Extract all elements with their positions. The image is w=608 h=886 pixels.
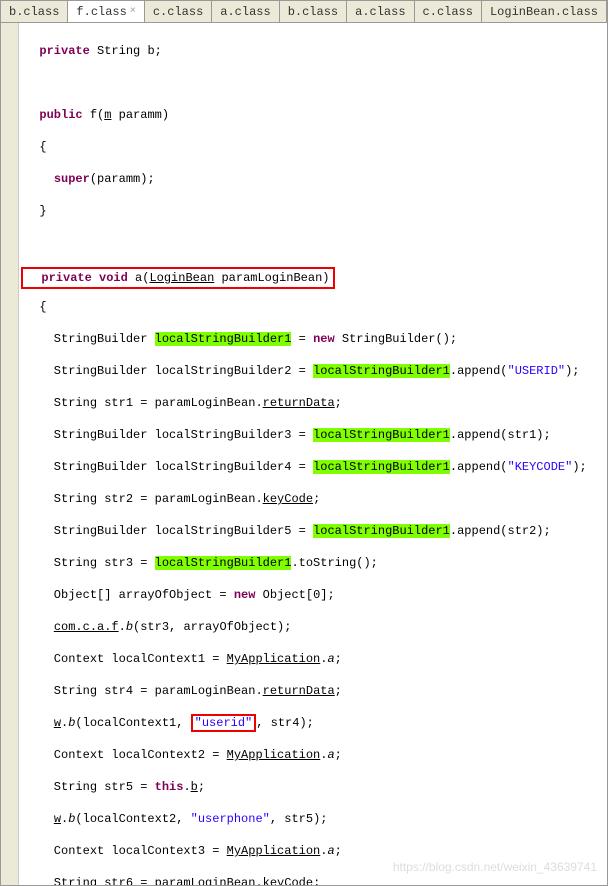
userid-highlight: "userid" <box>191 714 257 732</box>
code-viewport[interactable]: private String b; public f(m paramm) { s… <box>19 23 607 885</box>
tab-a-class-2[interactable]: a.class <box>347 1 414 22</box>
tab-c-class-2[interactable]: c.class <box>415 1 482 22</box>
tab-loginbean-class[interactable]: LoginBean.class <box>482 1 607 22</box>
tab-c-class[interactable]: c.class <box>145 1 212 22</box>
tab-f-class[interactable]: f.class× <box>68 1 144 22</box>
tab-b-class-2[interactable]: b.class <box>280 1 347 22</box>
tab-b-class[interactable]: b.class <box>1 1 68 22</box>
method-signature-highlight: private void a(LoginBean paramLoginBean) <box>21 267 335 289</box>
gutter <box>1 23 19 885</box>
editor-area: private String b; public f(m paramm) { s… <box>1 23 607 885</box>
tab-a-class[interactable]: a.class <box>212 1 279 22</box>
close-icon[interactable]: × <box>130 6 136 17</box>
tab-bar: b.class f.class× c.class a.class b.class… <box>1 1 607 23</box>
editor-container: b.class f.class× c.class a.class b.class… <box>0 0 608 886</box>
watermark: https://blog.csdn.net/weixin_43639741 <box>393 859 597 875</box>
